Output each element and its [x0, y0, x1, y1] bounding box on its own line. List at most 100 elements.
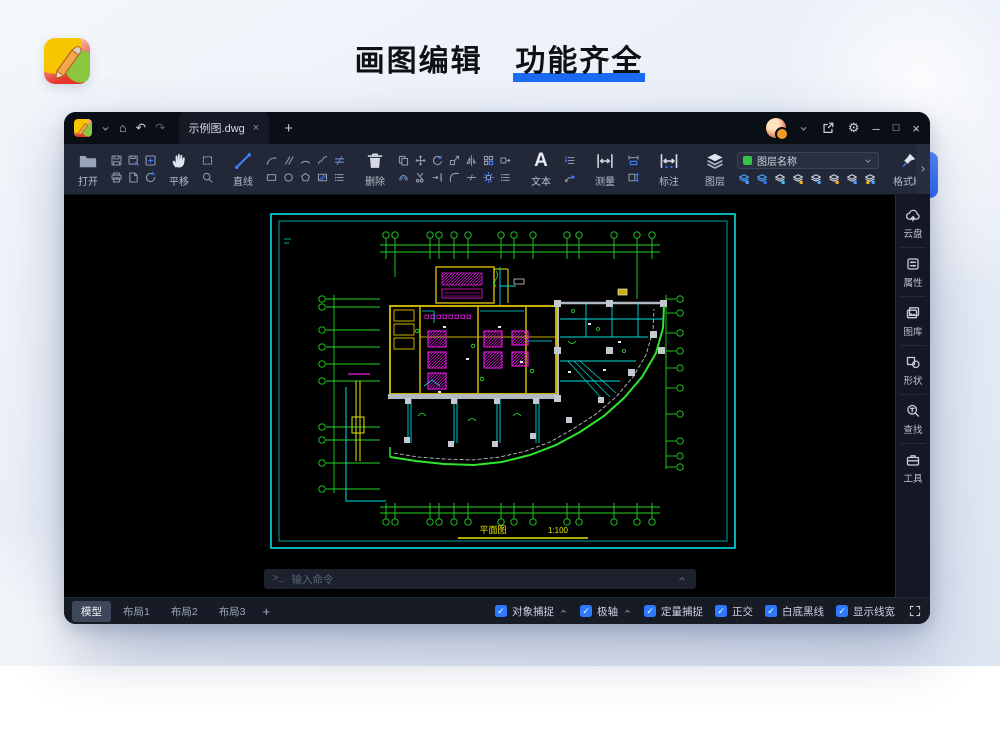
spline-icon[interactable]	[316, 154, 329, 167]
dimension-button[interactable]: 标注	[652, 151, 686, 188]
parallel-lines-icon[interactable]	[282, 154, 295, 167]
zoom-icon[interactable]	[201, 171, 214, 184]
move-icon[interactable]	[414, 154, 427, 167]
circle-icon[interactable]	[282, 171, 295, 184]
dimension-horizontal-icon[interactable]	[627, 154, 640, 167]
tab-layout3[interactable]: 布局3	[210, 601, 255, 622]
app-icon[interactable]	[74, 119, 92, 137]
undo-button[interactable]: ↶	[136, 122, 146, 135]
offset-icon[interactable]	[397, 171, 410, 184]
checkbox-checked[interactable]: ✓	[495, 605, 507, 617]
measure-button[interactable]: 测量	[588, 151, 622, 188]
numbered-list-icon[interactable]	[563, 154, 576, 167]
more-draw-icon[interactable]	[333, 171, 346, 184]
curve-icon[interactable]	[299, 154, 312, 167]
close-button[interactable]: ×	[912, 121, 920, 136]
open-button[interactable]: 打开	[71, 151, 105, 188]
toggle-ortho[interactable]: ✓ 正交	[715, 604, 753, 619]
sync-icon[interactable]	[144, 171, 157, 184]
toggle-white-bg[interactable]: ✓ 白底黑线	[765, 604, 824, 619]
layer-state-icon[interactable]	[773, 172, 787, 186]
insert-icon[interactable]	[144, 154, 157, 167]
arc-icon[interactable]	[265, 154, 278, 167]
break-icon[interactable]	[465, 171, 478, 184]
layer-state-icon[interactable]	[827, 172, 841, 186]
tab-layout1[interactable]: 布局1	[114, 601, 159, 622]
layer-select[interactable]: 图层名称	[737, 152, 879, 169]
erase-button[interactable]: 删除	[358, 151, 392, 188]
toggle-polar[interactable]: ✓ 极轴	[580, 604, 632, 619]
sidebar-item-gallery[interactable]: 图库	[900, 296, 926, 345]
tab-model[interactable]: 模型	[72, 600, 111, 622]
home-button[interactable]: ⌂	[119, 122, 127, 135]
copy-icon[interactable]	[397, 154, 410, 167]
drawing-canvas[interactable]: 平面图 1:100 >_ 输入命令	[64, 195, 895, 597]
layer-state-icon[interactable]	[845, 172, 859, 186]
command-bar[interactable]: >_ 输入命令	[263, 569, 696, 589]
rectangle-icon[interactable]	[265, 171, 278, 184]
new-tab-button[interactable]: +	[284, 120, 293, 137]
layer-state-icon[interactable]	[737, 172, 751, 186]
save-icon[interactable]	[110, 154, 123, 167]
sidebar-item-shapes[interactable]: 形状	[900, 345, 926, 394]
mirror-icon[interactable]	[465, 154, 478, 167]
user-avatar[interactable]	[765, 118, 789, 141]
layer-state-icon[interactable]	[755, 172, 769, 186]
maximize-button[interactable]: □	[893, 122, 900, 134]
minimize-button[interactable]: –	[873, 121, 880, 136]
pan-button[interactable]: 平移	[162, 151, 196, 188]
checkbox-checked[interactable]: ✓	[715, 605, 727, 617]
sidebar-item-label: 查找	[903, 425, 923, 436]
array-icon[interactable]	[482, 154, 495, 167]
checkbox-checked[interactable]: ✓	[836, 605, 848, 617]
chevron-up-icon[interactable]	[677, 574, 687, 584]
toolbar-expand-button[interactable]	[916, 144, 930, 194]
layer-button[interactable]: 图层	[698, 151, 732, 188]
polygon-icon[interactable]	[299, 171, 312, 184]
fullscreen-icon[interactable]	[908, 604, 922, 618]
layer-state-icon[interactable]	[809, 172, 823, 186]
toggle-snap[interactable]: ✓ 定量捕捉	[644, 604, 703, 619]
checkbox-checked[interactable]: ✓	[580, 605, 592, 617]
command-input[interactable]: 输入命令	[292, 572, 334, 587]
select-window-icon[interactable]	[201, 154, 214, 167]
save-as-icon[interactable]	[127, 154, 140, 167]
add-layout-button[interactable]: +	[258, 604, 276, 619]
document-tab[interactable]: 示例图.dwg ×	[178, 112, 270, 144]
hatch-icon[interactable]	[316, 171, 329, 184]
chevron-down-icon[interactable]	[799, 124, 808, 133]
fillet-icon[interactable]	[448, 171, 461, 184]
toggle-object-snap[interactable]: ✓ 对象捕捉	[495, 604, 568, 619]
tab-close-icon[interactable]: ×	[253, 122, 259, 134]
explode-icon[interactable]	[482, 171, 495, 184]
trim-icon[interactable]	[414, 171, 427, 184]
scale-icon[interactable]	[448, 154, 461, 167]
chevron-down-icon[interactable]	[101, 124, 110, 133]
redo-button[interactable]: ↷	[155, 122, 165, 135]
text-button[interactable]: A 文本	[524, 150, 558, 188]
extend-icon[interactable]	[431, 171, 444, 184]
sidebar-item-properties[interactable]: 属性	[900, 247, 926, 296]
more-modify-icon[interactable]	[499, 171, 512, 184]
settings-gear-icon[interactable]: ⚙	[848, 120, 860, 136]
sidebar-item-tools[interactable]: 工具	[900, 443, 926, 492]
leader-icon[interactable]	[563, 171, 576, 184]
tab-layout2[interactable]: 布局2	[162, 601, 207, 622]
sidebar-item-find[interactable]: 查找	[900, 394, 926, 443]
share-icon[interactable]	[821, 121, 835, 135]
dimension-vertical-icon[interactable]	[627, 171, 640, 184]
layer-state-icon[interactable]	[863, 172, 877, 186]
multiline-icon[interactable]	[333, 154, 346, 167]
checkbox-checked[interactable]: ✓	[765, 605, 777, 617]
line-button[interactable]: 直线	[226, 151, 260, 188]
stretch-icon[interactable]	[499, 154, 512, 167]
sidebar-item-cloud[interactable]: 云盘	[900, 199, 926, 247]
rotate-icon[interactable]	[431, 154, 444, 167]
print-icon[interactable]	[110, 171, 123, 184]
checkbox-checked[interactable]: ✓	[644, 605, 656, 617]
chevron-up-icon[interactable]	[623, 607, 632, 616]
layer-state-icon[interactable]	[791, 172, 805, 186]
toggle-lineweight[interactable]: ✓ 显示线宽	[836, 604, 895, 619]
chevron-up-icon[interactable]	[559, 607, 568, 616]
export-pdf-icon[interactable]	[127, 171, 140, 184]
